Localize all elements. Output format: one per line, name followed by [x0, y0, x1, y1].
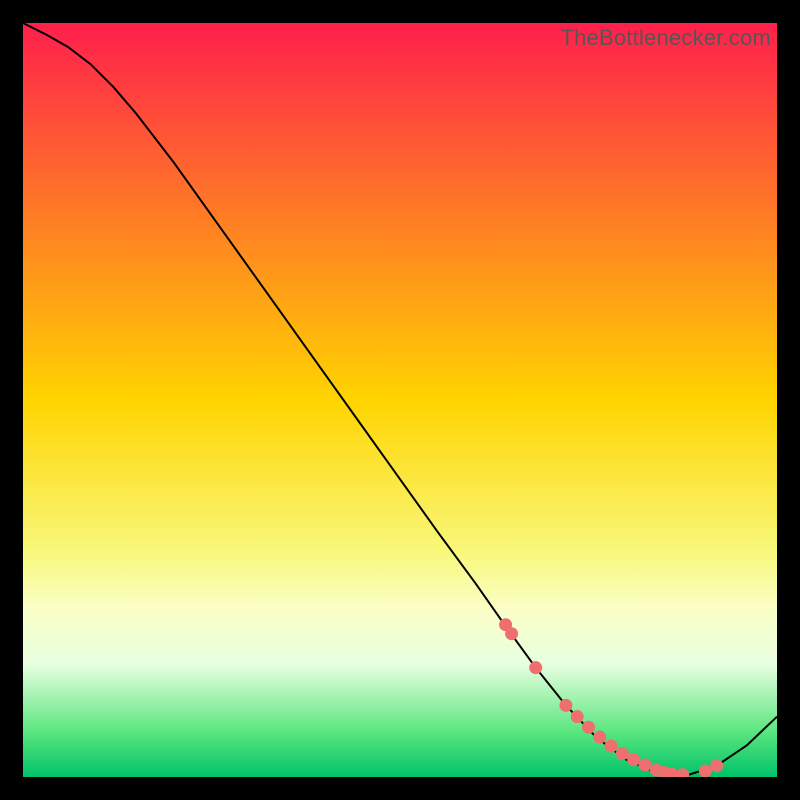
highlight-dot	[710, 759, 723, 772]
gradient-background	[23, 23, 777, 777]
highlight-dot	[639, 758, 652, 771]
highlight-dot	[571, 710, 584, 723]
highlight-dot	[505, 627, 518, 640]
highlight-dot	[616, 747, 629, 760]
highlight-dot	[627, 753, 640, 766]
chart-frame: TheBottlenecker.com	[23, 23, 777, 777]
watermark-text: TheBottlenecker.com	[561, 25, 771, 51]
highlight-dot	[699, 764, 712, 777]
highlight-dot	[582, 721, 595, 734]
highlight-dot	[529, 661, 542, 674]
chart-svg	[23, 23, 777, 777]
highlight-dot	[605, 740, 618, 753]
highlight-dot	[559, 699, 572, 712]
highlight-dot	[593, 731, 606, 744]
